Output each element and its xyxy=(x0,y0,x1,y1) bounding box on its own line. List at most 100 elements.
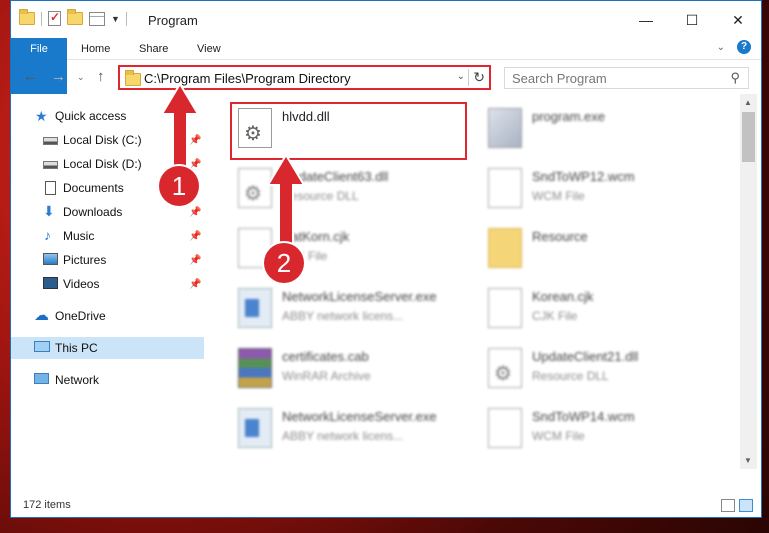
customize-dropdown-icon[interactable]: ▼ xyxy=(111,14,120,24)
network-icon xyxy=(34,373,49,384)
quick-access-toolbar: ▼ xyxy=(19,9,127,26)
details-view-icon[interactable] xyxy=(721,499,735,512)
file-name: NetworkLicenseServer.exe xyxy=(282,409,437,424)
file-name: NetworkLicenseServer.exe xyxy=(282,289,437,304)
scroll-down-icon[interactable]: ▼ xyxy=(744,456,752,465)
tab-home[interactable]: Home xyxy=(67,38,124,60)
onedrive-icon: ☁ xyxy=(34,307,49,324)
sidebar-item-label: Music xyxy=(63,229,95,243)
scroll-thumb[interactable] xyxy=(742,112,755,162)
documents-icon xyxy=(45,181,56,195)
drive-icon xyxy=(43,161,58,169)
scroll-up-icon[interactable]: ▲ xyxy=(744,98,752,107)
minimize-button[interactable]: — xyxy=(623,1,669,39)
file-item[interactable]: certificates.cab WinRAR Archive xyxy=(234,342,472,402)
help-icon[interactable]: ? xyxy=(737,40,751,54)
file-name: UpdateClient21.dll xyxy=(532,349,639,364)
document-icon xyxy=(488,408,522,448)
expand-ribbon-chevron-icon[interactable]: ⌄ xyxy=(717,42,725,53)
file-type: CJK File xyxy=(532,309,578,323)
file-item[interactable]: SndToWP12.wcm WCM File xyxy=(484,162,722,222)
forward-arrow-icon[interactable]: → xyxy=(51,68,66,85)
file-item[interactable]: program.exe xyxy=(484,102,722,162)
window-title: Program xyxy=(148,13,198,28)
sidebar-item-music[interactable]: ♪ Music 📌 xyxy=(11,225,204,247)
sidebar-item-label: Downloads xyxy=(63,205,123,219)
folder-icon xyxy=(488,228,522,268)
sidebar-item-onedrive[interactable]: ☁ OneDrive xyxy=(11,305,204,327)
recent-locations-icon[interactable]: ⌄ xyxy=(77,72,85,83)
document-icon xyxy=(488,288,522,328)
app-icon xyxy=(238,288,272,328)
file-name: Korean.cjk xyxy=(532,289,594,304)
this-pc-icon xyxy=(34,341,50,352)
toolbar-divider xyxy=(125,11,127,26)
sidebar-item-this-pc[interactable]: This PC xyxy=(11,337,204,359)
up-arrow-icon[interactable]: ↑ xyxy=(97,68,105,85)
file-type: ABBY network licens... xyxy=(282,309,404,323)
file-item[interactable]: UpdateClient21.dll Resource DLL xyxy=(484,342,722,402)
dll-gear-icon xyxy=(488,348,522,388)
folder-icon[interactable] xyxy=(19,9,35,25)
properties-check-icon[interactable] xyxy=(48,10,61,26)
file-type: Resource DLL xyxy=(532,369,609,383)
pictures-icon xyxy=(43,253,58,265)
tab-share[interactable]: Share xyxy=(125,38,182,60)
new-folder-icon[interactable] xyxy=(67,9,83,25)
document-icon xyxy=(488,168,522,208)
file-item[interactable]: Resource xyxy=(484,222,722,282)
folder-icon xyxy=(125,70,141,86)
file-item[interactable]: SndToWP14.wcm WCM File xyxy=(484,402,722,462)
title-bar: ▼ Program — ☐ ✕ xyxy=(11,1,761,39)
sidebar-item-network[interactable]: Network xyxy=(11,369,204,391)
search-icon[interactable]: ⚲ xyxy=(730,70,740,86)
explorer-window: ▼ Program — ☐ ✕ File Home Share View ⌄ ?… xyxy=(10,0,762,518)
address-divider xyxy=(468,69,469,86)
navigation-bar: ← → ⌄ ↑ C:\Program Files\Program Directo… xyxy=(11,62,761,94)
status-bar: 172 items xyxy=(11,496,761,517)
pin-icon[interactable]: 📌 xyxy=(189,279,201,290)
maximize-button[interactable]: ☐ xyxy=(669,1,715,39)
refresh-icon[interactable]: ↻ xyxy=(473,69,485,86)
file-name: Resource xyxy=(532,229,588,244)
sidebar-item-label: OneDrive xyxy=(55,309,106,323)
tab-view[interactable]: View xyxy=(183,38,235,60)
download-icon: ⬇ xyxy=(43,203,55,219)
sidebar-item-label: Pictures xyxy=(63,253,107,267)
vertical-scrollbar[interactable]: ▲ ▼ xyxy=(740,94,757,469)
properties-icon[interactable] xyxy=(89,11,105,26)
sidebar-item-label: Local Disk (D:) xyxy=(63,157,142,171)
address-dropdown-icon[interactable]: ⌄ xyxy=(457,71,465,82)
file-name: certificates.cab xyxy=(282,349,369,364)
highlight-box xyxy=(230,102,467,160)
ribbon-tabs: File Home Share View ⌄ ? xyxy=(11,38,761,98)
large-icons-view-icon[interactable] xyxy=(739,499,753,512)
file-item[interactable]: NetworkLicenseServer.exe ABBY network li… xyxy=(234,282,472,342)
app-icon xyxy=(238,408,272,448)
sidebar-item-videos[interactable]: Videos 📌 xyxy=(11,273,204,295)
file-list: hlvdd.dll program.exe UpdateClient63.dll… xyxy=(208,94,738,487)
search-input[interactable]: Search Program xyxy=(512,71,607,86)
file-name: program.exe xyxy=(532,109,605,124)
videos-icon xyxy=(43,277,58,289)
sidebar-item-label: This PC xyxy=(55,341,98,355)
file-item[interactable]: NetworkLicenseServer.exe ABBY network li… xyxy=(234,402,472,462)
pin-icon[interactable]: 📌 xyxy=(189,231,201,242)
drive-icon xyxy=(43,137,58,145)
file-name: SndToWP12.wcm xyxy=(532,169,635,184)
star-icon: ★ xyxy=(35,108,48,124)
toolbar-divider xyxy=(41,11,42,26)
step-2-badge: 2 xyxy=(264,243,304,283)
search-box[interactable]: Search Program ⚲ xyxy=(504,67,749,89)
pin-icon[interactable]: 📌 xyxy=(189,207,201,218)
close-button[interactable]: ✕ xyxy=(715,1,761,39)
file-type: WinRAR Archive xyxy=(282,369,371,383)
back-arrow-icon[interactable]: ← xyxy=(23,68,38,85)
music-icon: ♪ xyxy=(44,227,51,243)
file-item[interactable]: Korean.cjk CJK File xyxy=(484,282,722,342)
file-type: WCM File xyxy=(532,189,585,203)
sidebar-item-pictures[interactable]: Pictures 📌 xyxy=(11,249,204,271)
exe-icon xyxy=(488,108,522,148)
pin-icon[interactable]: 📌 xyxy=(189,255,201,266)
sidebar-item-label: Videos xyxy=(63,277,100,291)
